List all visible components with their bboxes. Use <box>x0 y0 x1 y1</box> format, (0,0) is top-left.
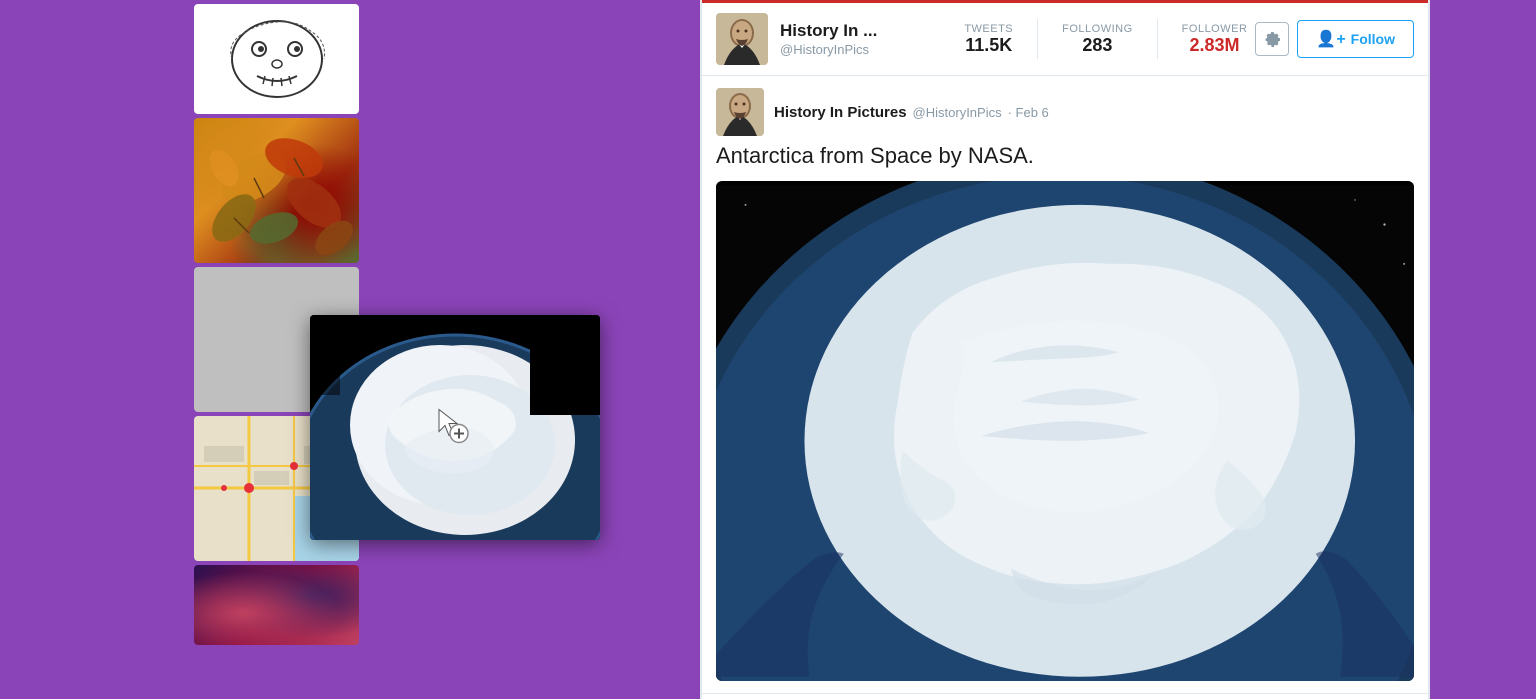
add-cursor <box>431 405 471 450</box>
following-value: 283 <box>1062 35 1133 56</box>
tweet-header: History In Pictures @HistoryInPics · Feb… <box>716 88 1414 136</box>
followers-label: FOLLOWER <box>1182 23 1248 35</box>
tweets-label: TWEETS <box>964 23 1013 35</box>
follow-icon: 👤+ <box>1316 29 1345 49</box>
profile-name[interactable]: History In ... <box>780 21 964 41</box>
follow-label: Follow <box>1351 31 1395 47</box>
stat-divider-1 <box>1037 19 1038 59</box>
tweet-meta: History In Pictures @HistoryInPics · Feb… <box>774 104 1049 121</box>
tweet-author-handle[interactable]: @HistoryInPics <box>913 105 1002 120</box>
tweet-avatar <box>716 88 764 136</box>
following-label: FOLLOWING <box>1062 23 1133 35</box>
profile-avatar <box>716 13 768 65</box>
followers-value: 2.83M <box>1182 35 1248 56</box>
profile-handle[interactable]: @HistoryInPics <box>780 42 964 57</box>
profile-header: History In ... @HistoryInPics TWEETS 11.… <box>702 0 1428 76</box>
tweet-container: History In Pictures @HistoryInPics · Feb… <box>702 76 1428 694</box>
thumbnail-sketch[interactable] <box>194 4 359 114</box>
follow-button[interactable]: 👤+ Follow <box>1297 20 1414 58</box>
tweet-image[interactable] <box>716 181 1414 681</box>
tweets-value: 11.5K <box>964 35 1013 56</box>
tweets-stat: TWEETS 11.5K <box>964 23 1013 56</box>
antarctica-popup[interactable] <box>310 315 600 540</box>
following-stat: FOLLOWING 283 <box>1062 23 1133 56</box>
thumbnail-blurry[interactable] <box>194 565 359 645</box>
tweet-author-name[interactable]: History In Pictures <box>774 104 907 121</box>
followers-stat: FOLLOWER 2.83M <box>1182 23 1248 56</box>
tweet-date: · Feb 6 <box>1008 105 1049 120</box>
gear-button[interactable] <box>1255 22 1289 56</box>
stats-area: TWEETS 11.5K FOLLOWING 283 FOLLOWER 2.83… <box>964 19 1247 59</box>
stat-divider-2 <box>1157 19 1158 59</box>
tweet-text: Antarctica from Space by NASA. <box>716 142 1414 171</box>
twitter-panel: History In ... @HistoryInPics TWEETS 11.… <box>700 0 1430 699</box>
thumbnail-leaves[interactable] <box>194 118 359 263</box>
profile-info: History In ... @HistoryInPics <box>780 21 964 56</box>
